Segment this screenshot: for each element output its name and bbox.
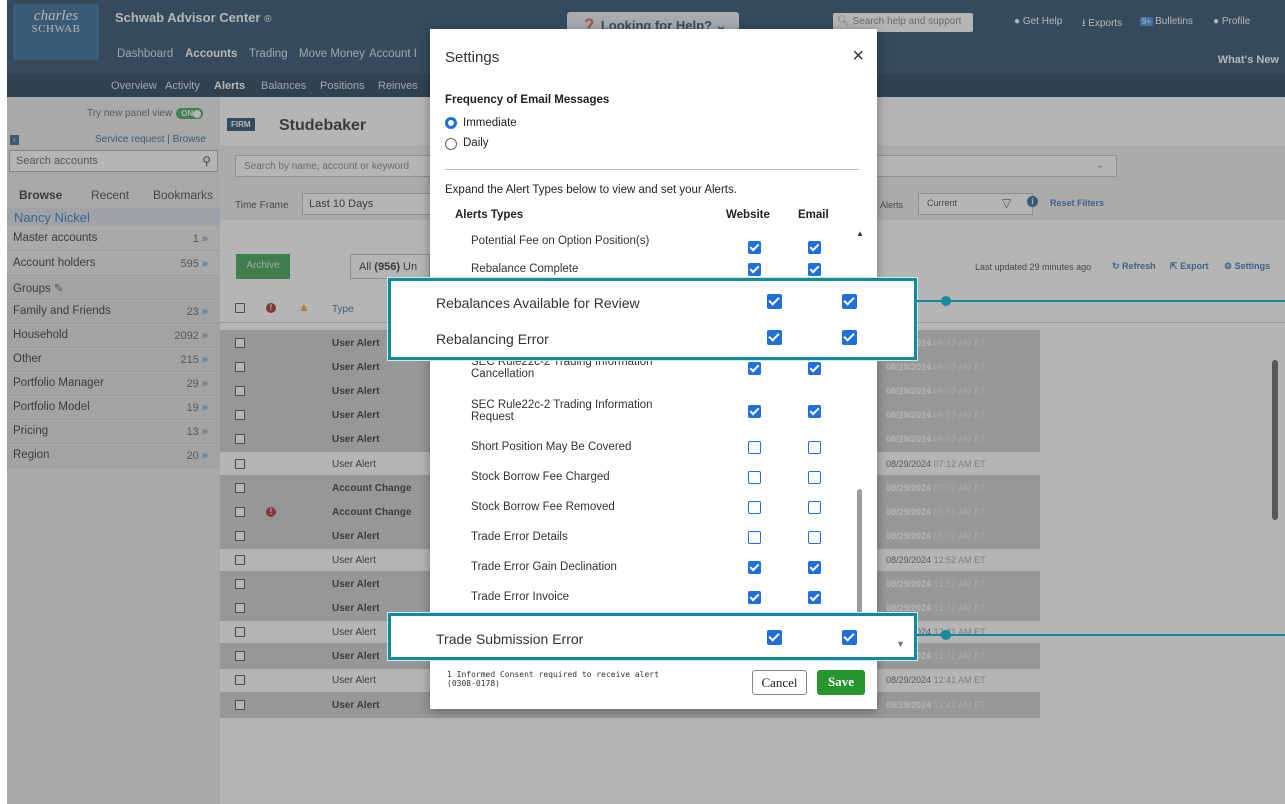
email-checkbox[interactable] — [808, 501, 821, 514]
frequency-label: Frequency of Email Messages — [445, 94, 610, 106]
website-checkbox[interactable] — [748, 263, 761, 276]
settings-dialog: Settings × Frequency of Email Messages I… — [430, 29, 877, 709]
website-checkbox[interactable] — [748, 405, 761, 418]
callout-website-checkbox[interactable] — [767, 330, 782, 345]
callout-website-checkbox[interactable] — [767, 630, 782, 645]
alert-types-instructions: Expand the Alert Types below to view and… — [445, 184, 737, 196]
alert-type-name: Potential Fee on Option Position(s) — [471, 235, 650, 247]
email-checkbox[interactable] — [808, 591, 821, 604]
email-checkbox[interactable] — [808, 441, 821, 454]
email-checkbox[interactable] — [808, 405, 821, 418]
alert-type-name: SEC Rule22c-2 Trading Information Reques… — [471, 399, 653, 423]
email-column-header: Email — [798, 209, 829, 221]
divider — [445, 169, 859, 170]
website-checkbox[interactable] — [748, 561, 761, 574]
email-checkbox[interactable] — [808, 263, 821, 276]
email-checkbox[interactable] — [808, 241, 821, 254]
cancel-button[interactable]: Cancel — [752, 670, 807, 695]
dialog-scrollbar-thumb[interactable] — [857, 489, 862, 621]
scroll-up-icon[interactable]: ▲ — [856, 229, 864, 238]
close-icon[interactable]: × — [852, 45, 864, 68]
alert-type-name: Trade Error Gain Declination — [471, 561, 617, 573]
website-checkbox[interactable] — [748, 591, 761, 604]
website-checkbox[interactable] — [748, 501, 761, 514]
alert-type-name: Rebalance Complete — [471, 263, 579, 275]
alert-types-column-header: Alerts Types — [455, 209, 524, 221]
alert-type-name: Trade Error Details — [471, 531, 568, 543]
website-checkbox[interactable] — [748, 441, 761, 454]
dialog-title: Settings — [445, 49, 500, 66]
radio-immediate-label[interactable]: Immediate — [463, 117, 517, 129]
callout-alert-name: Rebalancing Error — [436, 331, 549, 347]
website-checkbox[interactable] — [748, 362, 761, 375]
alert-type-name: Short Position May Be Covered — [471, 441, 632, 453]
callout-email-checkbox[interactable] — [842, 330, 857, 345]
callout-rebalance-alerts: Rebalances Available for Review Rebalanc… — [388, 278, 917, 360]
email-checkbox[interactable] — [808, 362, 821, 375]
alert-type-name: Trade Error Invoice — [471, 591, 569, 603]
callout-leader-line — [946, 300, 1285, 302]
email-checkbox[interactable] — [808, 531, 821, 544]
alert-type-name: Stock Borrow Fee Charged — [471, 471, 610, 483]
website-checkbox[interactable] — [748, 471, 761, 484]
radio-daily-label[interactable]: Daily — [463, 137, 489, 149]
radio-immediate[interactable] — [445, 117, 457, 129]
callout-leader-line — [946, 634, 1285, 636]
alert-type-name: Stock Borrow Fee Removed — [471, 501, 615, 513]
callout-alert-name: Rebalances Available for Review — [436, 295, 640, 311]
callout-trade-submission: Trade Submission Error ▼ — [388, 613, 917, 660]
email-checkbox[interactable] — [808, 471, 821, 484]
website-column-header: Website — [726, 209, 770, 221]
website-checkbox[interactable] — [748, 241, 761, 254]
email-checkbox[interactable] — [808, 561, 821, 574]
callout-email-checkbox[interactable] — [842, 294, 857, 309]
chevron-down-icon: ▼ — [896, 639, 905, 649]
save-button[interactable]: Save — [817, 670, 865, 695]
callout-website-checkbox[interactable] — [767, 294, 782, 309]
website-checkbox[interactable] — [748, 531, 761, 544]
radio-daily[interactable] — [445, 138, 457, 150]
consent-footnote: 1 Informed Consent required to receive a… — [447, 670, 659, 688]
callout-alert-name: Trade Submission Error — [436, 631, 584, 647]
callout-email-checkbox[interactable] — [842, 630, 857, 645]
